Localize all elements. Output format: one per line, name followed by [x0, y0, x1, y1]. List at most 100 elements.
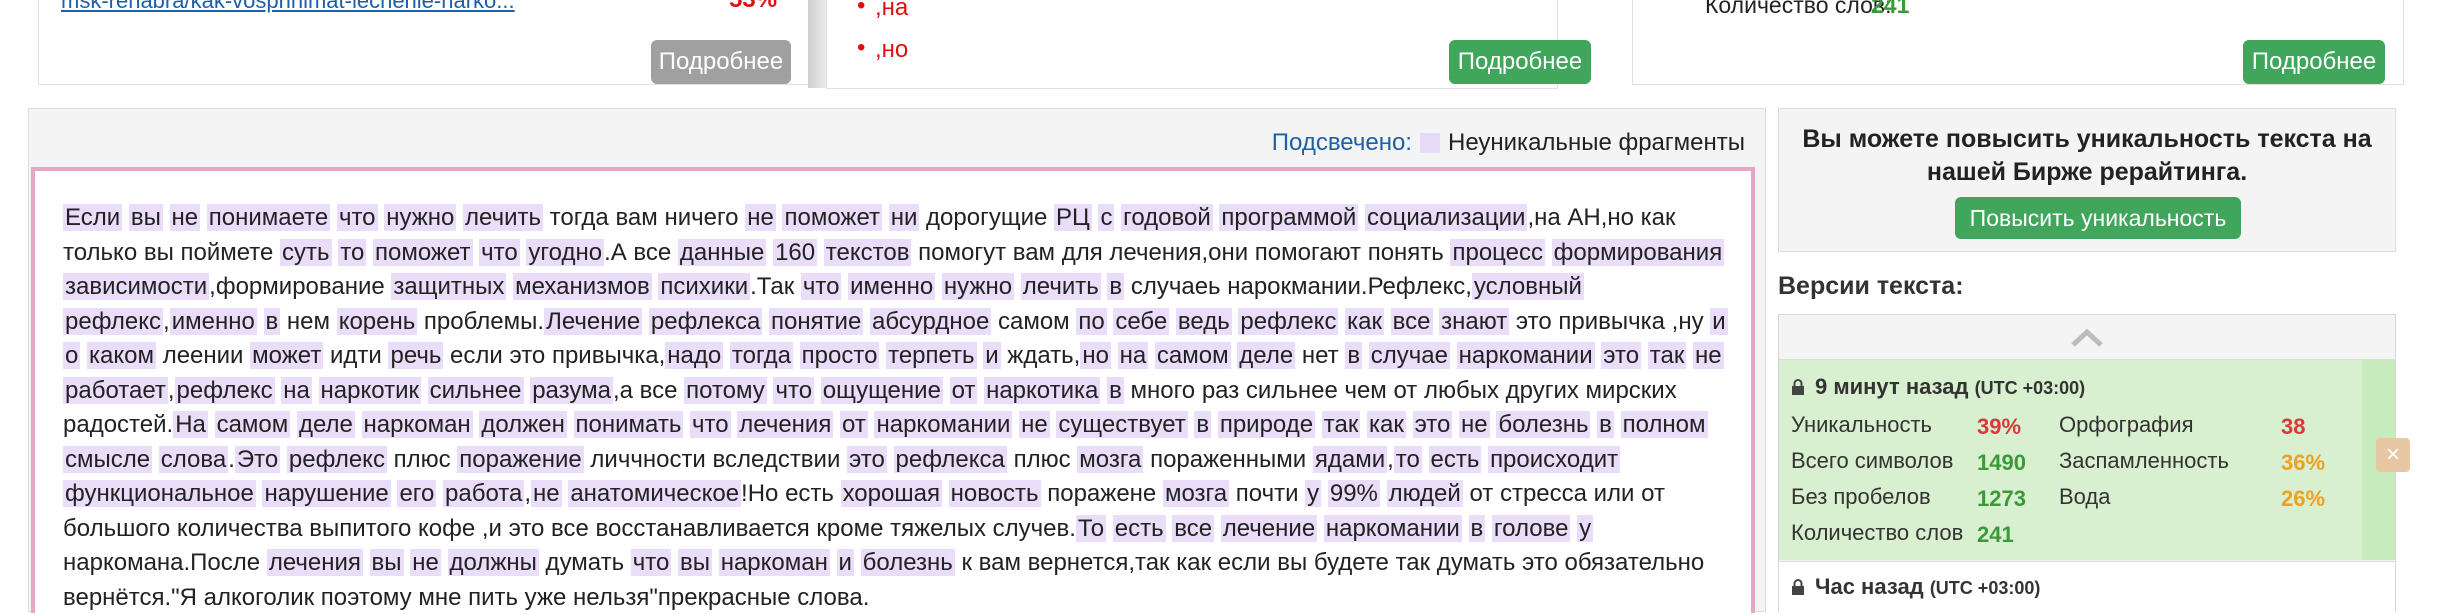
text-fragment: [163, 204, 170, 231]
nonunique-fragment: рефлекс: [286, 445, 387, 473]
top-card-middle: • ,на • ,но Подробнее: [826, 0, 1591, 89]
nonunique-fragment: рефлекс: [63, 307, 164, 335]
text-fragment: ждать,: [1000, 342, 1081, 369]
text-fragment: ,: [1387, 445, 1394, 473]
nonunique-fragment: есть: [1428, 445, 1482, 473]
details-button-2[interactable]: Подробнее: [1449, 40, 1591, 84]
nonunique-fragment: в: [263, 307, 281, 335]
nonunique-fragment: наркотик: [318, 376, 421, 404]
text-fragment: [421, 377, 428, 404]
details-button-1[interactable]: Подробнее: [651, 40, 791, 84]
text-fragment: [567, 411, 574, 438]
water-value: 26%: [2281, 486, 2326, 511]
nonunique-fragment: Если: [63, 204, 123, 231]
version-item-2[interactable]: Час назад (UTC +03:00): [1779, 561, 2395, 612]
nonunique-fragment: как: [1345, 307, 1384, 335]
spam-label: Заспамленность: [2059, 448, 2229, 473]
text-fragment: [363, 549, 370, 576]
nonunique-fragment: надо: [665, 342, 724, 369]
nonunique-fragment: так: [1647, 342, 1687, 369]
nonunique-fragment: То: [1075, 514, 1107, 542]
text-fragment: [257, 308, 264, 335]
details-button-3[interactable]: Подробнее: [2243, 40, 2385, 84]
text-fragment: [366, 239, 373, 266]
nonunique-fragment: в: [1468, 514, 1486, 542]
version-2-header: Час назад (UTC +03:00): [1791, 574, 2040, 600]
nonunique-fragment: не: [745, 204, 776, 231]
nonunique-fragment: наркомании: [1456, 342, 1595, 369]
nonunique-fragment: деле: [296, 411, 355, 438]
nonunique-fragment: понятие: [768, 307, 864, 335]
nonunique-fragment: самом: [214, 411, 291, 438]
nonunique-fragment: и: [836, 549, 854, 576]
delete-version-icon[interactable]: ×: [2376, 438, 2410, 472]
text-fragment: [882, 204, 889, 231]
nonunique-fragment: лечить: [463, 204, 544, 231]
text-fragment: .Так: [750, 273, 801, 300]
source-link[interactable]: msk-rehabra/kak-vosprinimat-lechenie-nar…: [61, 0, 515, 14]
promo-title: Вы можете повысить уникальность текста н…: [1802, 125, 2372, 186]
nonunique-fragment: речь: [388, 342, 444, 369]
nonunique-fragment: наркоман: [718, 549, 830, 576]
nonunique-fragment: полном: [1620, 411, 1708, 438]
text-fragment: [830, 549, 837, 576]
legend-text: Неуникальные фрагменты: [1447, 129, 1745, 156]
nonunique-fragment: поражение: [457, 445, 584, 473]
nonunique-fragment: то: [338, 238, 367, 266]
text-fragment: [943, 377, 950, 404]
chevron-up-icon: [2071, 328, 2103, 347]
nonunique-fragment: условный: [1471, 273, 1584, 300]
nonunique-fragment: наркомании: [1323, 514, 1462, 542]
text-fragment: самом: [991, 307, 1077, 335]
checked-text-box[interactable]: Если вы не понимаете что нужно лечить то…: [31, 167, 1755, 613]
nonunique-fragment: понимать: [573, 411, 684, 438]
bullet-text-1: ,на: [875, 0, 909, 21]
text-fragment: [1462, 515, 1469, 542]
nonunique-fragment: голове: [1491, 514, 1571, 542]
nonunique-fragment: о: [63, 342, 81, 369]
nonunique-fragment: поможет: [372, 238, 473, 266]
nonunique-fragment: просто: [799, 342, 880, 369]
text-panel: Подсвечено: Неуникальные фрагменты Если в…: [28, 108, 1766, 613]
nonunique-fragment: лечения: [266, 549, 363, 576]
nonunique-fragment: может: [250, 342, 324, 369]
text-fragment: [355, 411, 362, 438]
nonunique-fragment: это: [1412, 411, 1453, 438]
text-fragment: [290, 411, 297, 438]
text-fragment: [1450, 342, 1457, 369]
text-fragment: дорогущие: [919, 204, 1054, 231]
text-fragment: [441, 549, 448, 576]
nonunique-fragment: вы: [128, 204, 163, 231]
nonunique-fragment: именно: [848, 273, 936, 300]
text-fragment: [723, 342, 730, 369]
nonunique-fragment: есть: [1112, 514, 1166, 542]
nonunique-fragment: на: [1117, 342, 1149, 369]
nonunique-fragment: 99%: [1327, 480, 1380, 507]
nonunique-fragment: что: [630, 549, 672, 576]
nonunique-fragment: это: [847, 445, 887, 473]
text-fragment: [817, 239, 824, 266]
nonunique-fragment: угодно: [526, 238, 605, 266]
text-fragment: [1406, 411, 1413, 438]
nonunique-fragment: новость: [948, 480, 1041, 507]
scroll-up-button[interactable]: [1779, 315, 2395, 360]
nonunique-fragment: мозга: [1077, 445, 1144, 473]
text-fragment: если это привычка,: [443, 342, 666, 369]
nonunique-fragment: слова: [158, 445, 229, 473]
boost-uniqueness-button[interactable]: Повысить уникальность: [1955, 197, 2241, 239]
text-fragment: [854, 549, 861, 576]
text-fragment: !Но есть: [741, 480, 841, 507]
nonunique-fragment: сильнее: [427, 376, 524, 404]
nonunique-fragment: вы: [678, 549, 713, 576]
nonunique-fragment: что: [336, 204, 378, 231]
nonunique-fragment: что: [690, 411, 731, 438]
nonunique-fragment: рефлекса: [648, 307, 763, 335]
uniq-label: Уникальность: [1791, 412, 1932, 437]
nonunique-fragment: текстов: [823, 238, 912, 266]
text-fragment: [1422, 446, 1429, 473]
nonunique-fragment: в: [1345, 342, 1363, 369]
nonunique-fragment: это: [1601, 342, 1642, 369]
nonunique-fragment: не: [169, 204, 201, 231]
version-item-1[interactable]: 9 минут назад (UTC +03:00) Уникальность …: [1779, 360, 2362, 560]
text-fragment: личчности вследствии: [583, 445, 848, 473]
